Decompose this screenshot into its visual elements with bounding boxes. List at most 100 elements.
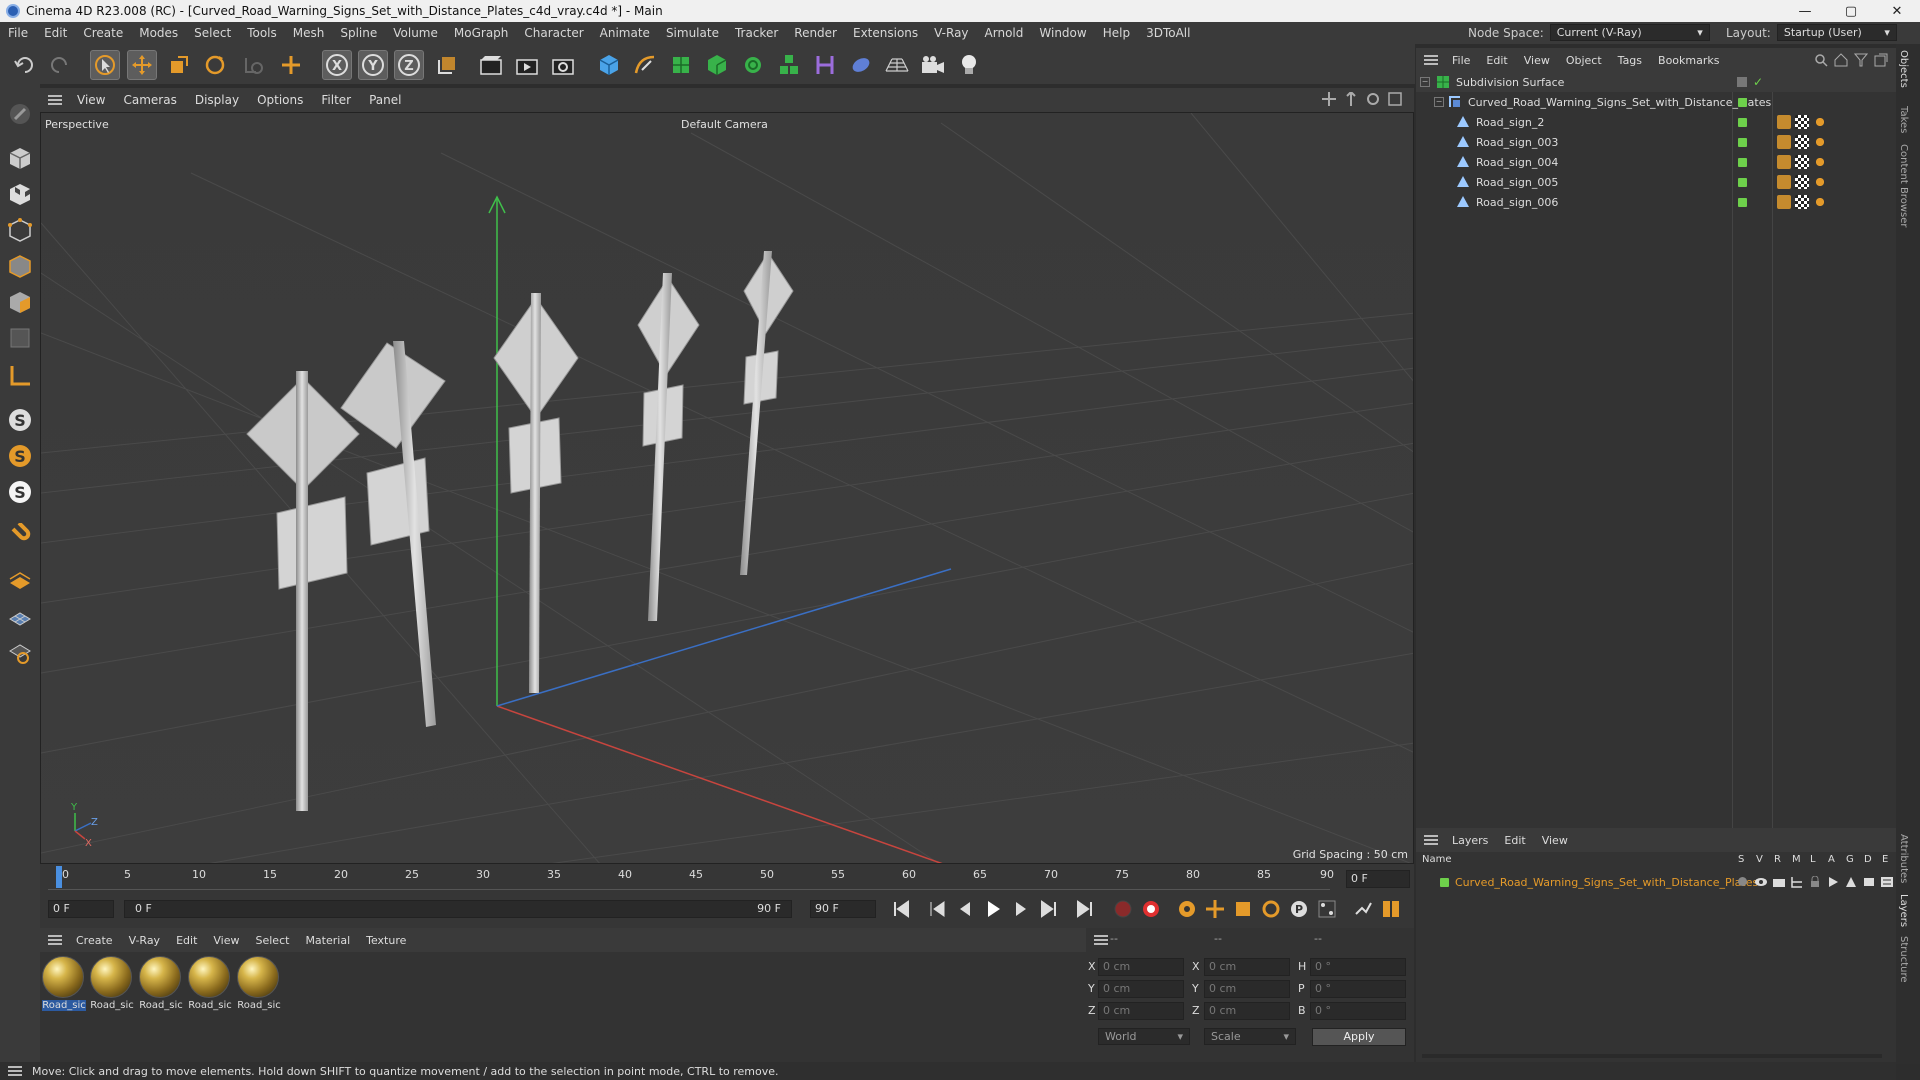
size-mode-dropdown[interactable]: Scale ▾ bbox=[1204, 1028, 1296, 1045]
layer-row[interactable]: Curved_Road_Warning_Signs_Set_with_Dista… bbox=[1416, 872, 1896, 892]
subdivision-surface-button[interactable] bbox=[666, 50, 696, 80]
enabled-check-icon[interactable]: ✓ bbox=[1753, 75, 1763, 89]
texture-tag-icon[interactable] bbox=[1813, 155, 1827, 169]
generator-icon[interactable] bbox=[1844, 876, 1858, 888]
vray-material-tag-icon[interactable] bbox=[1777, 135, 1791, 149]
vray-material-tag-icon[interactable] bbox=[1777, 175, 1791, 189]
layer-col-manager[interactable]: M bbox=[1792, 854, 1801, 865]
locked-workplane-button[interactable] bbox=[4, 636, 36, 668]
undo-button[interactable] bbox=[10, 50, 40, 80]
material-swatch[interactable]: Road_sic bbox=[188, 956, 232, 1012]
layer-col-deformers[interactable]: D bbox=[1864, 854, 1872, 865]
render-view-button[interactable] bbox=[476, 50, 506, 80]
play-icon[interactable] bbox=[982, 898, 1004, 920]
timeline-layout-icon[interactable] bbox=[1380, 898, 1402, 920]
layer-horizontal-scrollbar[interactable] bbox=[1422, 1054, 1882, 1058]
menu-window[interactable]: Window bbox=[1031, 22, 1094, 44]
object-menu-file[interactable]: File bbox=[1444, 54, 1478, 67]
material-menu-create[interactable]: Create bbox=[68, 934, 121, 947]
x-axis-lock-button[interactable]: X bbox=[322, 50, 352, 80]
key-position-icon[interactable] bbox=[1204, 898, 1226, 920]
hamburger-menu-icon[interactable] bbox=[1094, 935, 1108, 945]
material-menu-texture[interactable]: Texture bbox=[358, 934, 414, 947]
pen-spline-button[interactable] bbox=[630, 50, 660, 80]
object-menu-bookmarks[interactable]: Bookmarks bbox=[1650, 54, 1727, 67]
deformer-button[interactable] bbox=[810, 50, 840, 80]
edges-mode-button[interactable] bbox=[4, 250, 36, 282]
magnet-tool-button[interactable] bbox=[4, 520, 36, 552]
layer-color-dot[interactable] bbox=[1738, 157, 1747, 167]
maximize-button[interactable]: ▢ bbox=[1828, 0, 1874, 22]
next-key-icon[interactable] bbox=[1038, 898, 1060, 920]
menu-3dtoall[interactable]: 3DToAll bbox=[1138, 22, 1198, 44]
menu-simulate[interactable]: Simulate bbox=[658, 22, 727, 44]
menu-spline[interactable]: Spline bbox=[332, 22, 385, 44]
tab-takes[interactable]: Takes bbox=[1898, 106, 1909, 133]
material-menu-vray[interactable]: V-Ray bbox=[121, 934, 169, 947]
eye-icon[interactable] bbox=[1754, 876, 1768, 888]
scale-tool-button[interactable] bbox=[164, 50, 194, 80]
home-icon[interactable] bbox=[1834, 53, 1848, 67]
menu-tracker[interactable]: Tracker bbox=[727, 22, 786, 44]
object-menu-tags[interactable]: Tags bbox=[1610, 54, 1650, 67]
select-tool-button[interactable] bbox=[90, 50, 120, 80]
extrude-button[interactable] bbox=[702, 50, 732, 80]
tab-layers[interactable]: Layers bbox=[1898, 894, 1909, 927]
vray-material-tag-icon[interactable] bbox=[1777, 195, 1791, 209]
menu-render[interactable]: Render bbox=[786, 22, 845, 44]
layer-col-solo[interactable]: S bbox=[1738, 854, 1744, 865]
create-object-button[interactable] bbox=[276, 50, 306, 80]
workplane-button[interactable] bbox=[4, 564, 36, 596]
previous-frame-icon[interactable] bbox=[954, 898, 976, 920]
menu-mograph[interactable]: MoGraph bbox=[446, 22, 517, 44]
key-rotation-icon[interactable] bbox=[1260, 898, 1282, 920]
timeline-ruler[interactable]: 0 5 10 15 20 25 30 35 40 45 50 55 60 65 … bbox=[48, 866, 1334, 890]
object-row-road-sign-003[interactable]: Road_sign_003 bbox=[1416, 132, 1896, 152]
rotate-view-icon[interactable] bbox=[1366, 92, 1380, 106]
key-parameter-icon[interactable]: P bbox=[1288, 898, 1310, 920]
make-editable-button[interactable] bbox=[4, 98, 36, 130]
environment-button[interactable] bbox=[846, 50, 876, 80]
viewport-menu-cameras[interactable]: Cameras bbox=[114, 93, 185, 107]
size-z-field[interactable]: 0 cm bbox=[1204, 1002, 1290, 1020]
collapse-toggle-icon[interactable]: − bbox=[1434, 97, 1444, 107]
position-x-field[interactable]: 0 cm bbox=[1098, 958, 1184, 976]
rotation-p-field[interactable]: 0 ° bbox=[1310, 980, 1406, 998]
object-row-road-sign-004[interactable]: Road_sign_004 bbox=[1416, 152, 1896, 172]
texture-tag-icon[interactable] bbox=[1813, 135, 1827, 149]
uvw-tag-icon[interactable] bbox=[1795, 155, 1809, 169]
layer-menu-layers[interactable]: Layers bbox=[1444, 834, 1496, 847]
rotation-b-field[interactable]: 0 ° bbox=[1310, 1002, 1406, 1020]
viewport-menu-options[interactable]: Options bbox=[248, 93, 312, 107]
points-mode-button[interactable] bbox=[4, 214, 36, 246]
start-frame-field[interactable]: 0 F bbox=[48, 900, 114, 918]
texture-mode-button[interactable] bbox=[4, 178, 36, 210]
collapse-toggle-icon[interactable]: − bbox=[1420, 77, 1430, 87]
motion-sound-icon[interactable] bbox=[1352, 898, 1374, 920]
snap-enable-button[interactable]: S bbox=[4, 440, 36, 472]
texture-tag-icon[interactable] bbox=[1813, 175, 1827, 189]
apply-button[interactable]: Apply bbox=[1312, 1028, 1406, 1046]
menu-modes[interactable]: Modes bbox=[131, 22, 186, 44]
hamburger-menu-icon[interactable] bbox=[8, 1066, 22, 1076]
layer-color-dot[interactable] bbox=[1738, 177, 1747, 187]
cube-object-button[interactable] bbox=[594, 50, 624, 80]
rotate-tool-button[interactable] bbox=[200, 50, 230, 80]
menu-edit[interactable]: Edit bbox=[36, 22, 75, 44]
layer-menu-view[interactable]: View bbox=[1534, 834, 1576, 847]
move-tool-button[interactable] bbox=[127, 50, 157, 80]
tab-objects[interactable]: Objects bbox=[1898, 50, 1909, 88]
viewport-menu-filter[interactable]: Filter bbox=[312, 93, 360, 107]
position-z-field[interactable]: 0 cm bbox=[1098, 1002, 1184, 1020]
tab-structure[interactable]: Structure bbox=[1898, 936, 1909, 983]
axis-mode-button[interactable] bbox=[4, 360, 36, 392]
object-row-road-sign-006[interactable]: Road_sign_006 bbox=[1416, 192, 1896, 212]
menu-vray[interactable]: V-Ray bbox=[926, 22, 976, 44]
expression-icon[interactable] bbox=[1880, 876, 1894, 888]
solo-icon[interactable] bbox=[1738, 877, 1747, 886]
menu-animate[interactable]: Animate bbox=[592, 22, 658, 44]
snap-settings-button[interactable]: S bbox=[4, 404, 36, 436]
viewport-menu-panel[interactable]: Panel bbox=[360, 93, 410, 107]
menu-create[interactable]: Create bbox=[75, 22, 131, 44]
go-to-start-icon[interactable] bbox=[890, 898, 912, 920]
